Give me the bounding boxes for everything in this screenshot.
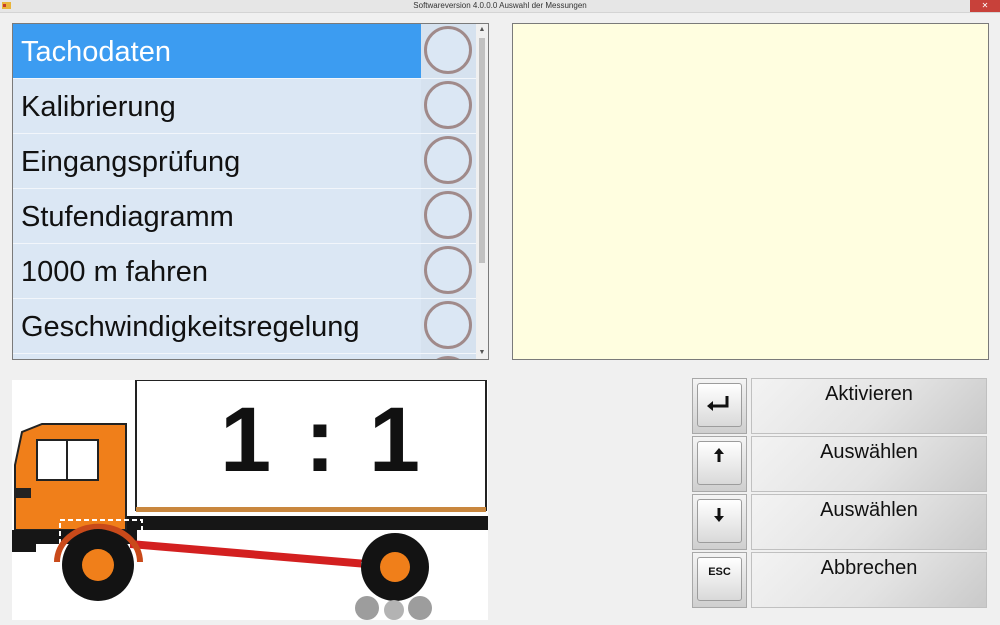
- key-cap: [692, 378, 747, 434]
- list-scrollbar[interactable]: ▲ ▼: [476, 24, 488, 359]
- list-item-stufendiagramm[interactable]: Stufendiagramm: [13, 189, 476, 244]
- info-panel: [512, 23, 989, 360]
- window-title: Softwareversion 4.0.0.0 Auswahl der Mess…: [413, 1, 587, 10]
- arrow-down-key-icon: [697, 499, 742, 543]
- title-bar: Softwareversion 4.0.0.0 Auswahl der Mess…: [0, 0, 1000, 13]
- list-item-label: Kalibrierung: [21, 91, 176, 123]
- scroll-thumb[interactable]: [479, 38, 485, 263]
- truck-preview: 1 : 1: [12, 380, 488, 620]
- list-item-tachodaten[interactable]: Tachodaten: [13, 24, 476, 79]
- close-button[interactable]: ✕: [970, 0, 1000, 12]
- list-item-kalibrierung[interactable]: Kalibrierung: [13, 79, 476, 134]
- select-down-label: Auswählen: [820, 499, 918, 521]
- status-indicator: [421, 134, 476, 188]
- circle-icon: [424, 26, 472, 74]
- ratio-display: 1 : 1: [219, 389, 425, 491]
- scroll-up-icon[interactable]: ▲: [476, 24, 488, 36]
- list-item-label: Geschwindigkeitsregelung: [21, 311, 360, 343]
- circle-icon: [424, 301, 472, 349]
- list-item-partial[interactable]: [13, 354, 476, 359]
- select-up-button[interactable]: Auswählen: [692, 436, 987, 492]
- cancel-button[interactable]: ESC Abbrechen: [692, 552, 987, 608]
- close-icon: ✕: [981, 1, 989, 10]
- status-indicator: [421, 354, 476, 359]
- button-face[interactable]: Abbrechen: [751, 552, 987, 608]
- list-item-label: Tachodaten: [21, 36, 171, 68]
- circle-icon: [424, 356, 472, 359]
- arrow-up-key-icon: [697, 441, 742, 485]
- key-cap: [692, 494, 747, 550]
- select-down-button[interactable]: Auswählen: [692, 494, 987, 550]
- button-face[interactable]: Auswählen: [751, 494, 987, 550]
- circle-icon: [424, 191, 472, 239]
- list-item-geschwindigkeitsregelung[interactable]: Geschwindigkeitsregelung: [13, 299, 476, 354]
- status-indicator: [421, 299, 476, 353]
- status-indicator: [421, 24, 476, 78]
- button-face[interactable]: Aktivieren: [751, 378, 987, 434]
- circle-icon: [424, 246, 472, 294]
- status-indicator: [421, 189, 476, 243]
- key-cap: [692, 436, 747, 492]
- measurement-list[interactable]: Tachodaten Kalibrierung Eingangsprüfung …: [12, 23, 489, 360]
- status-indicator: [421, 79, 476, 133]
- select-up-label: Auswählen: [820, 441, 918, 463]
- list-item-label: 1000 m fahren: [21, 256, 209, 288]
- esc-key-icon: ESC: [697, 557, 742, 601]
- status-indicator: [421, 244, 476, 298]
- circle-icon: [424, 136, 472, 184]
- button-face[interactable]: Auswählen: [751, 436, 987, 492]
- cancel-label: Abbrechen: [820, 557, 918, 579]
- scroll-down-icon[interactable]: ▼: [476, 347, 488, 359]
- enter-key-icon: [697, 383, 742, 427]
- list-item-eingangspruefung[interactable]: Eingangsprüfung: [13, 134, 476, 189]
- activate-label: Aktivieren: [825, 383, 913, 405]
- esc-key-text: ESC: [708, 566, 731, 578]
- list-item-1000m-fahren[interactable]: 1000 m fahren: [13, 244, 476, 299]
- list-item-label: Stufendiagramm: [21, 201, 234, 233]
- list-item-label: Eingangsprüfung: [21, 146, 241, 178]
- circle-icon: [424, 81, 472, 129]
- app-icon: [2, 2, 11, 9]
- key-cap: ESC: [692, 552, 747, 608]
- activate-button[interactable]: Aktivieren: [692, 378, 987, 434]
